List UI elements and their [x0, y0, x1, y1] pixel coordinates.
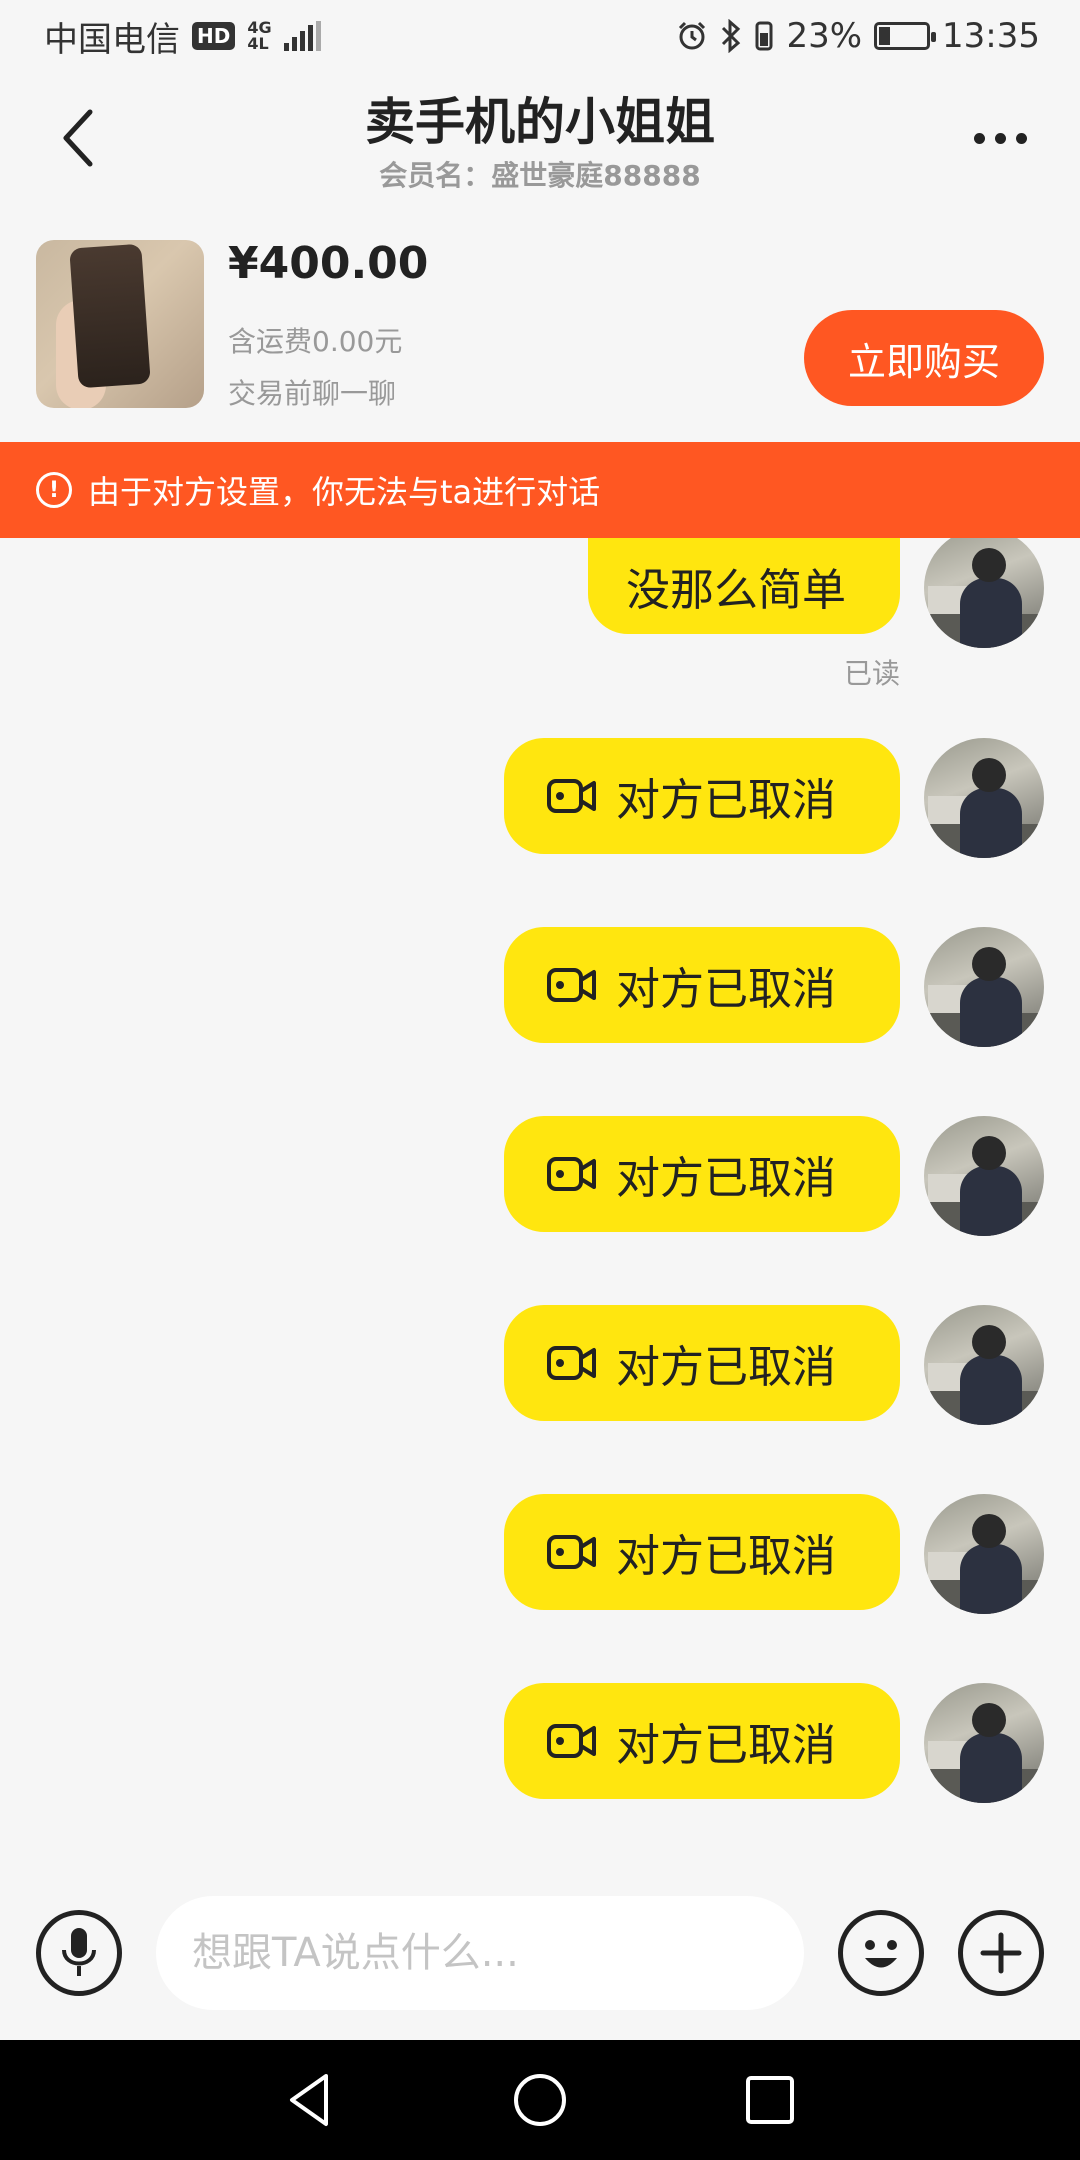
chat-title: 卖手机的小姐姐 [365, 93, 715, 151]
emoji-button[interactable] [838, 1910, 924, 1996]
video-call-status: 对方已取消 [616, 775, 836, 826]
read-status: 已读 [843, 657, 900, 690]
video-call-status: 对方已取消 [616, 1720, 836, 1771]
video-camera-icon [547, 1157, 596, 1191]
bluetooth-icon [722, 19, 741, 53]
more-options-button[interactable] [960, 108, 1040, 168]
video-call-bubble[interactable]: 对方已取消 [504, 738, 900, 854]
video-call-bubble[interactable]: 对方已取消 [504, 1494, 900, 1610]
more-dot [1015, 132, 1027, 144]
more-dot [994, 132, 1006, 144]
text-message: 没那么简单 [626, 565, 846, 616]
avatar[interactable] [924, 1116, 1044, 1236]
voice-button[interactable] [36, 1910, 122, 1996]
carrier-name: 中国电信 [44, 19, 180, 60]
more-dot [973, 132, 985, 144]
video-call-status: 对方已取消 [616, 964, 836, 1015]
battery-icon [874, 22, 937, 50]
status-left: 中国电信 HD 4G 4L [44, 12, 321, 61]
vibrate-icon [755, 21, 773, 51]
nav-back-icon[interactable] [280, 2070, 340, 2130]
video-call-status: 对方已取消 [616, 1153, 836, 1204]
warning-text: 由于对方设置，你无法与ta进行对话 [88, 473, 601, 511]
plus-icon [980, 1932, 1022, 1974]
network-type-bottom: 4L [247, 34, 269, 53]
video-call-bubble[interactable]: 对方已取消 [504, 1305, 900, 1421]
warning-banner: ! 由于对方设置，你无法与ta进行对话 [0, 442, 1080, 538]
product-card[interactable]: ¥400.00 含运费0.00元 交易前聊一聊 立即购买 [0, 212, 1080, 442]
video-call-bubble[interactable]: 对方已取消 [504, 927, 900, 1043]
system-nav-bar [0, 2040, 1080, 2160]
video-call-bubble[interactable]: 对方已取消 [504, 1683, 900, 1799]
chat-header: 卖手机的小姐姐 会员名：盛世豪庭88888 [0, 72, 1080, 212]
video-camera-icon [547, 779, 596, 813]
hd-badge: HD [192, 22, 236, 50]
video-camera-icon [547, 968, 596, 1002]
buy-now-button[interactable]: 立即购买 [804, 310, 1044, 406]
product-thumbnail[interactable] [36, 240, 204, 408]
more-actions-button[interactable] [958, 1910, 1044, 1996]
nav-recents-icon[interactable] [740, 2070, 800, 2130]
member-name: 会员名：盛世豪庭88888 [379, 159, 701, 192]
avatar[interactable] [924, 738, 1044, 858]
network-type: 4G 4L [247, 20, 271, 52]
input-bar [0, 1880, 1080, 2040]
battery-percent: 23% [786, 16, 863, 56]
avatar[interactable] [924, 927, 1044, 1047]
video-call-bubble[interactable]: 对方已取消 [504, 1116, 900, 1232]
status-right: 23% 13:35 [676, 16, 1040, 56]
video-camera-icon [547, 1346, 596, 1380]
microphone-icon [62, 1928, 96, 1976]
video-call-status: 对方已取消 [616, 1531, 836, 1582]
avatar[interactable] [924, 1305, 1044, 1425]
video-call-status: 对方已取消 [616, 1342, 836, 1393]
clock: 13:35 [942, 16, 1040, 56]
shipping-fee: 含运费0.00元 [228, 325, 403, 358]
product-price: ¥400.00 [228, 238, 429, 289]
chat-before-note: 交易前聊一聊 [228, 377, 397, 410]
message-list[interactable]: 没那么简单 已读 对方已取消 对方已取消 对方已取消 对方已取消 对方已取消 对方已取消 [0, 538, 1080, 1838]
signal-icon [283, 21, 321, 51]
avatar[interactable] [924, 538, 1044, 648]
status-bar: 中国电信 HD 4G 4L 23% 13:35 [0, 0, 1080, 72]
text-message-bubble[interactable]: 没那么简单 [588, 538, 900, 634]
video-camera-icon [547, 1535, 596, 1569]
avatar[interactable] [924, 1683, 1044, 1803]
warning-icon: ! [36, 472, 72, 508]
smile-icon [865, 1940, 897, 1968]
nav-home-icon[interactable] [510, 2070, 570, 2130]
avatar[interactable] [924, 1494, 1044, 1614]
alarm-icon [679, 21, 706, 50]
message-input[interactable] [156, 1896, 804, 2010]
video-camera-icon [547, 1724, 596, 1758]
